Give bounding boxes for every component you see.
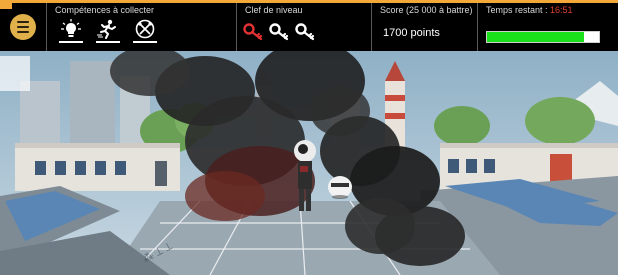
score-value: 1700 points: [383, 27, 440, 39]
game-scene: ⁂ ⟂ ⟂: [0, 51, 618, 275]
keys-title: Clef de niveau: [245, 5, 303, 15]
key-icon: [243, 23, 263, 41]
menu-button[interactable]: [10, 14, 36, 40]
time-progress-bar: [486, 31, 600, 43]
key-icon: [295, 23, 315, 41]
running-man-icon: [97, 19, 116, 39]
hamburger-icon: [17, 21, 29, 23]
hud-bar: Compétences à collecter Clef de niveau S…: [0, 3, 618, 51]
keys-panel: Clef de niveau: [236, 3, 371, 51]
skills-panel: Compétences à collecter: [46, 3, 236, 51]
score-title: Score (25 000 à battre): [380, 5, 473, 15]
score-panel: Score (25 000 à battre) 1700 points: [371, 3, 477, 51]
corner-accent: [0, 3, 12, 9]
crossed-tools-icon: [135, 19, 155, 39]
time-title: Temps restant : 16:51: [486, 5, 610, 15]
menu-area: [0, 3, 46, 51]
skill-tools: [133, 19, 157, 45]
time-panel: Temps restant : 16:51: [477, 3, 618, 51]
key-icon: [269, 23, 289, 41]
light-bulb-icon: [61, 19, 81, 37]
skill-running-man: [96, 19, 120, 45]
time-value: 16:51: [550, 5, 573, 15]
game-viewport[interactable]: ⁂ ⟂ ⟂: [0, 51, 618, 275]
time-progress-fill: [487, 32, 585, 42]
skills-title: Compétences à collecter: [55, 5, 155, 15]
skill-light-bulb: [59, 19, 83, 45]
time-label: Temps restant :: [486, 5, 551, 15]
